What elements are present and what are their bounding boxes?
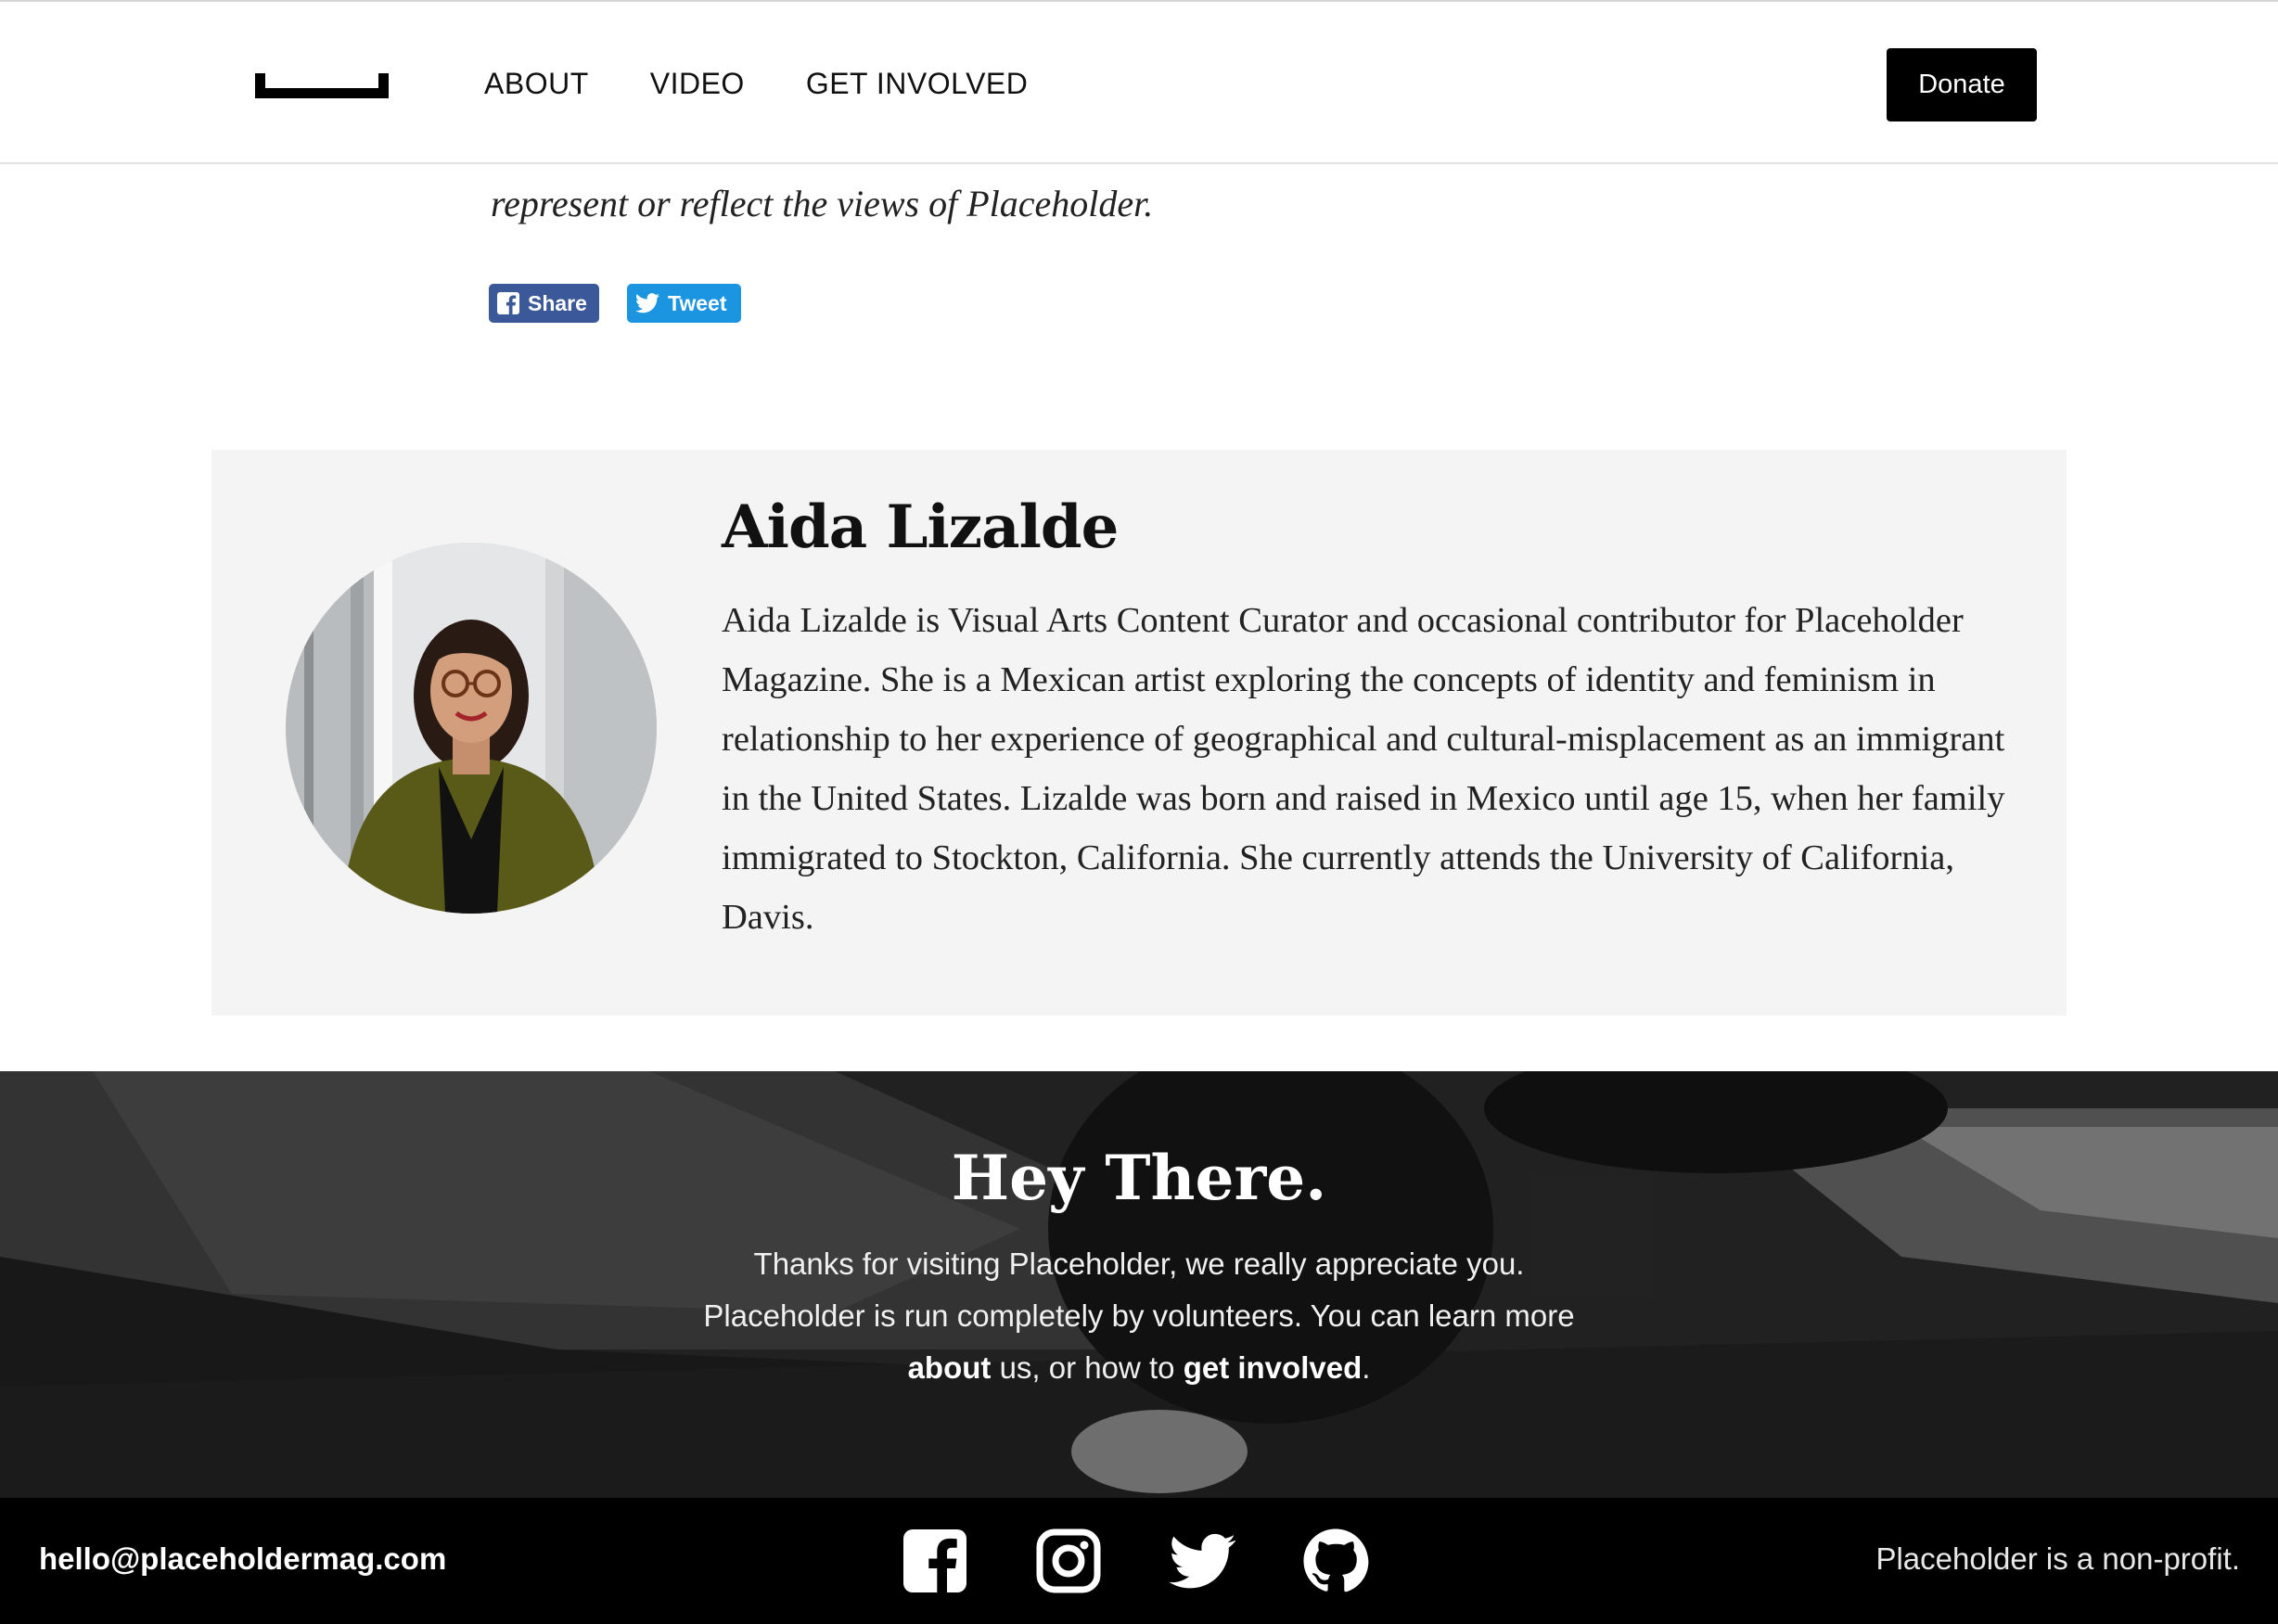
share-buttons: Share Tweet <box>489 284 741 323</box>
nav-get-involved-link[interactable]: GET INVOLVED <box>806 65 1029 102</box>
nav-about-link[interactable]: ABOUT <box>484 65 589 102</box>
author-avatar <box>286 543 657 914</box>
article-disclaimer: represent or reflect the views of Placeh… <box>491 183 1154 224</box>
nonprofit-note: Placeholder is a non-profit. <box>1875 1541 2240 1576</box>
hey-there-section: Hey There. Thanks for visiting Placehold… <box>0 1071 2278 1498</box>
share-label: Share <box>528 290 587 315</box>
main-nav: ABOUT VIDEO GET INVOLVED <box>484 65 1028 102</box>
get-involved-link[interactable]: get involved <box>1184 1350 1363 1385</box>
site-footer: hello@placeholdermag.com Placeholder is … <box>0 1498 2278 1624</box>
cta-text-1: Thanks for visiting Placeholder, we real… <box>703 1247 1575 1333</box>
author-name: Aida Lizalde <box>722 492 1119 562</box>
facebook-icon <box>497 292 519 314</box>
facebook-share-button[interactable]: Share <box>489 284 599 323</box>
donate-button[interactable]: Donate <box>1887 48 2037 121</box>
site-logo[interactable] <box>255 73 389 98</box>
tweet-button[interactable]: Tweet <box>627 284 741 323</box>
twitter-icon[interactable] <box>1169 1528 1236 1594</box>
twitter-bird-icon <box>635 293 659 313</box>
instagram-icon[interactable] <box>1035 1528 1102 1594</box>
facebook-icon[interactable] <box>902 1528 968 1594</box>
hey-there-title: Hey There. <box>951 1142 1327 1214</box>
hey-there-text: Thanks for visiting Placeholder, we real… <box>675 1238 1603 1394</box>
nav-video-link[interactable]: VIDEO <box>650 65 745 102</box>
author-bio: Aida Lizalde Aida Lizalde is Visual Arts… <box>211 450 2067 1016</box>
site-header: ABOUT VIDEO GET INVOLVED Donate <box>0 0 2278 164</box>
tweet-label: Tweet <box>668 290 727 315</box>
cta-text-3: . <box>1362 1350 1371 1385</box>
contact-email-link[interactable]: hello@placeholdermag.com <box>39 1539 446 1579</box>
author-bio-text: Aida Lizalde is Visual Arts Content Cura… <box>722 601 2005 937</box>
cta-text-2: us, or how to <box>999 1350 1175 1385</box>
social-links <box>902 1528 1369 1594</box>
about-link[interactable]: about <box>908 1350 992 1385</box>
github-icon[interactable] <box>1302 1528 1369 1594</box>
